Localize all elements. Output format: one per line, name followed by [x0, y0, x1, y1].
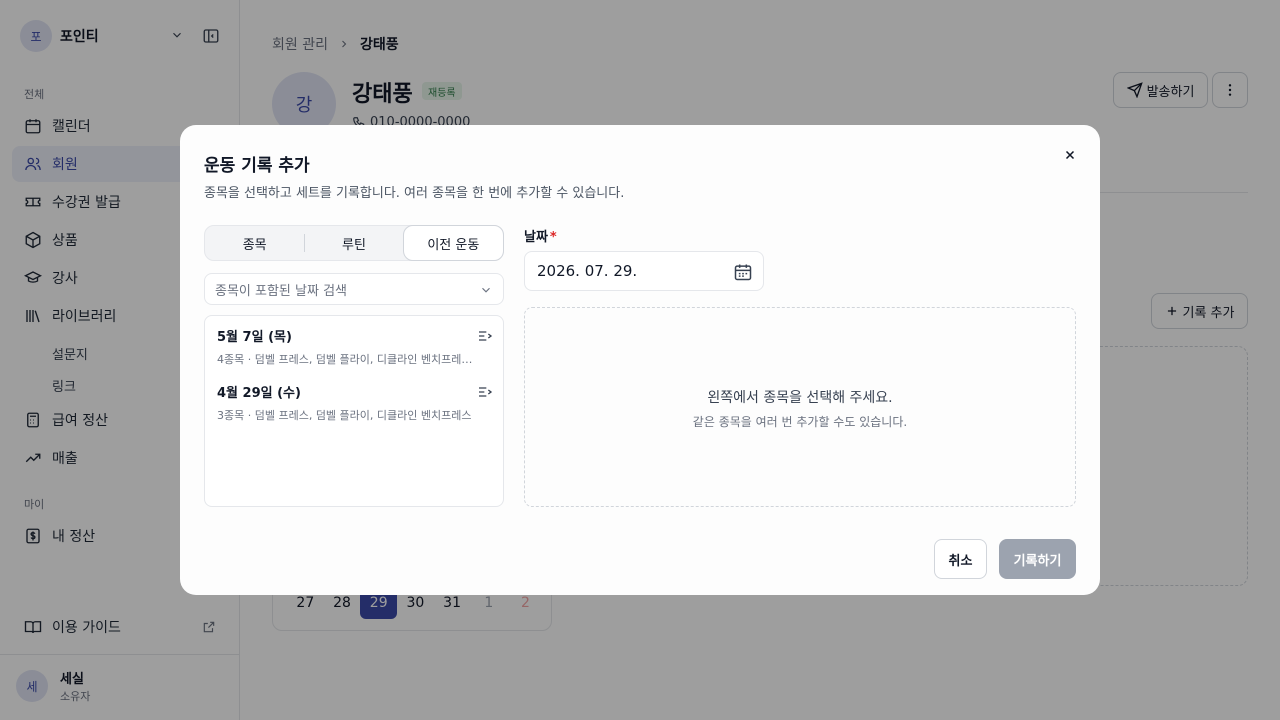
close-icon	[1065, 150, 1075, 160]
date-label-text: 날짜	[524, 230, 548, 245]
selected-exercises-empty-state: 왼쪽에서 종목을 선택해 주세요. 같은 종목을 여러 번 추가할 수도 있습니…	[524, 307, 1076, 507]
empty-state-hint: 같은 종목을 여러 번 추가할 수도 있습니다.	[692, 415, 908, 429]
cancel-button[interactable]: 취소	[934, 539, 987, 579]
required-mark: *	[549, 230, 557, 245]
modal-description: 종목을 선택하고 세트를 기록합니다. 여러 종목을 한 번에 추가할 수 있습…	[204, 186, 625, 201]
empty-state-message: 왼쪽에서 종목을 선택해 주세요.	[707, 390, 893, 406]
tab-exercise[interactable]: 종목	[205, 226, 304, 260]
calendar-icon[interactable]	[733, 262, 753, 282]
workout-date: 5월 7일 (목)	[217, 330, 292, 345]
list-item[interactable]: 5월 7일 (목) 4종목 · 덤벨 프레스, 덤벨 플라이, 디클라인 벤치프…	[217, 326, 493, 367]
list-item[interactable]: 4월 29일 (수) 3종목 · 덤벨 프레스, 덤벨 플라이, 디클라인 벤치…	[217, 382, 493, 423]
date-input[interactable]: 2026. 07. 29.	[524, 251, 764, 291]
submit-record-button[interactable]: 기록하기	[999, 539, 1076, 579]
list-add-icon[interactable]	[477, 384, 493, 400]
date-search-select[interactable]: 종목이 포함된 날짜 검색	[204, 273, 504, 305]
list-add-icon[interactable]	[477, 328, 493, 344]
tab-routine[interactable]: 루틴	[304, 226, 403, 260]
workout-summary: 3종목 · 덤벨 프레스, 덤벨 플라이, 디클라인 벤치프레스	[217, 409, 472, 422]
workout-date: 4월 29일 (수)	[217, 386, 301, 401]
date-label: 날짜 *	[524, 226, 557, 245]
workout-summary: 4종목 · 덤벨 프레스, 덤벨 플라이, 디클라인 벤치프레스, 케이블 크로…	[217, 353, 477, 366]
close-button[interactable]	[1060, 145, 1080, 165]
search-placeholder: 종목이 포함된 날짜 검색	[215, 283, 347, 299]
tab-previous-workout[interactable]: 이전 운동	[402, 225, 504, 261]
modal-title: 운동 기록 추가	[204, 156, 310, 176]
date-value: 2026. 07. 29.	[537, 262, 638, 280]
chevron-down-icon	[482, 287, 490, 293]
source-tabs: 종목 루틴 이전 운동	[204, 225, 504, 261]
add-workout-modal: 운동 기록 추가 종목을 선택하고 세트를 기록합니다. 여러 종목을 한 번에…	[180, 125, 1100, 595]
previous-workout-list: 5월 7일 (목) 4종목 · 덤벨 프레스, 덤벨 플라이, 디클라인 벤치프…	[204, 315, 504, 507]
